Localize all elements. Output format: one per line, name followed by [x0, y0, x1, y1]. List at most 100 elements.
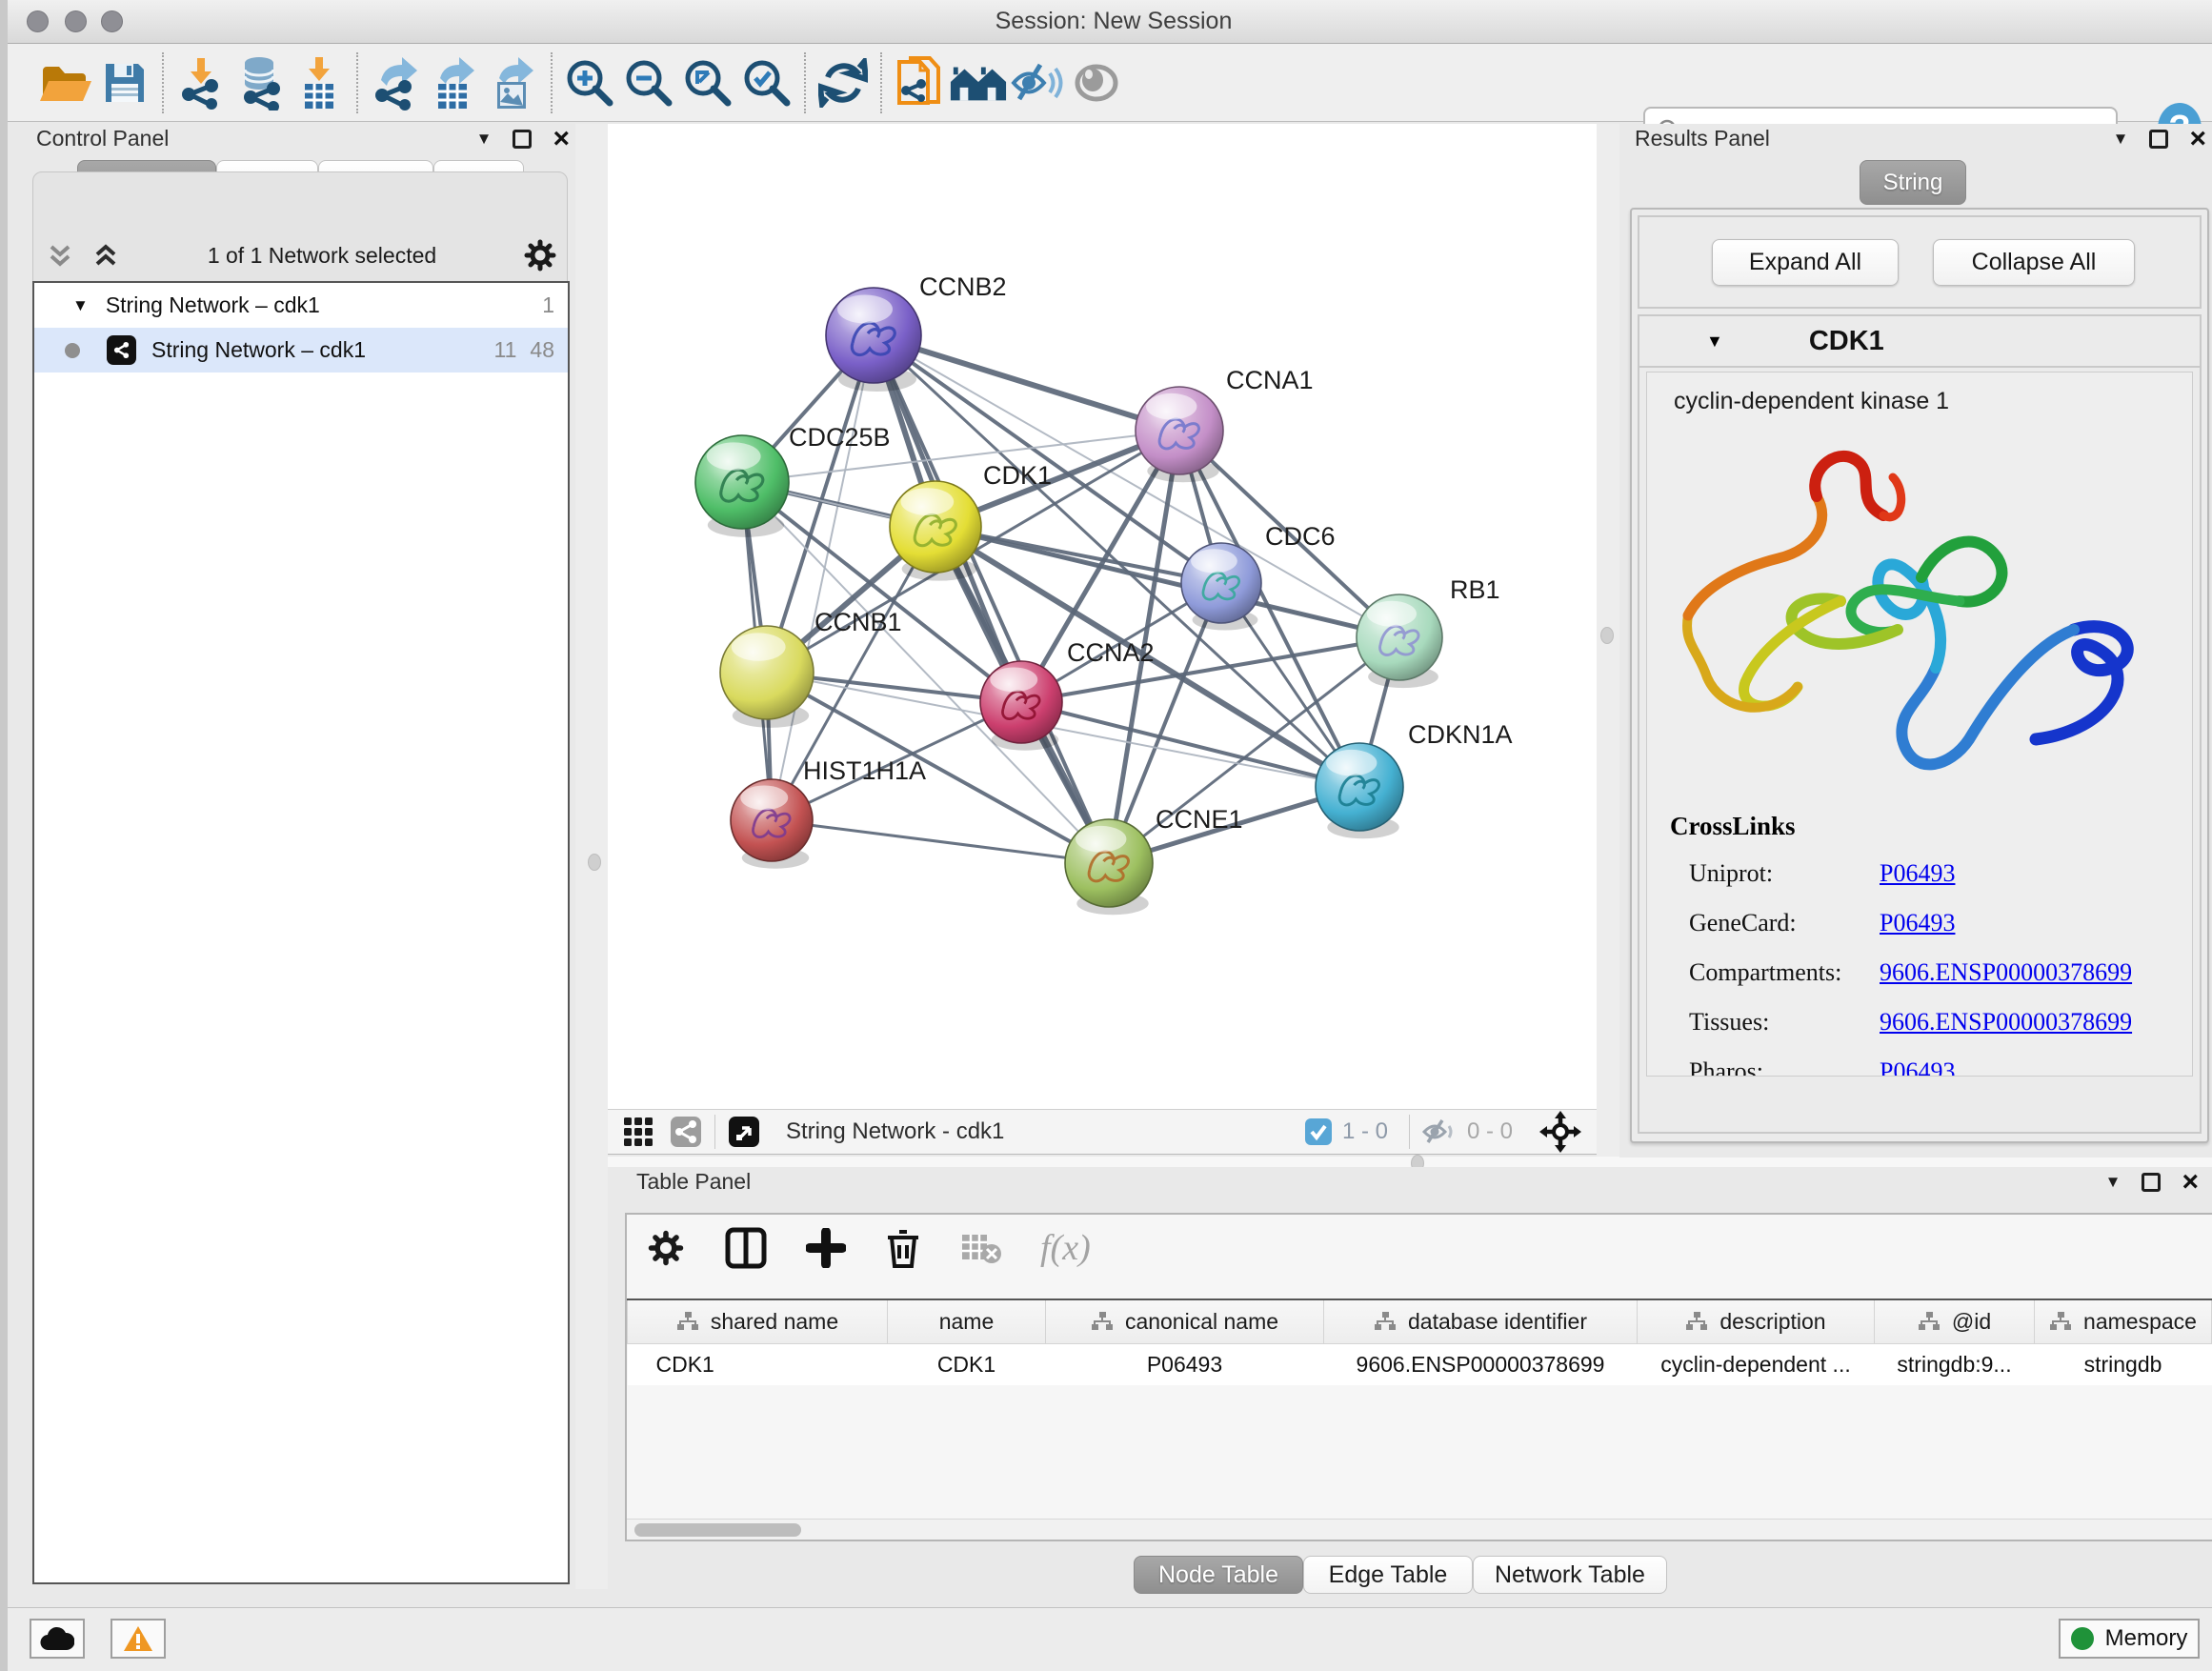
node-table-body: f(x) shared name name canonical name dat…	[625, 1213, 2212, 1541]
network-edge[interactable]	[772, 820, 1109, 863]
panel-menu-icon[interactable]: ▼	[2105, 1173, 2122, 1192]
divider-handle[interactable]	[1600, 627, 1614, 644]
network-row-selected[interactable]: String Network – cdk1 11 48	[34, 328, 568, 372]
hidden-eye-slash-icon[interactable]	[1421, 1117, 1458, 1147]
open-session-button[interactable]	[36, 52, 95, 113]
birdseye-view-icon[interactable]	[727, 1115, 761, 1149]
panel-menu-icon[interactable]: ▼	[476, 130, 493, 149]
protein-section-header[interactable]: ▼ CDK1	[1639, 316, 2200, 368]
expand-all-button[interactable]: Expand All	[1712, 239, 1899, 286]
import-network-database-button[interactable]	[231, 52, 290, 113]
zoom-selected-button[interactable]	[737, 52, 796, 113]
node-label-ccne1: CCNE1	[1156, 805, 1243, 834]
import-network-file-button[interactable]	[171, 52, 231, 113]
tab-string[interactable]: String	[1860, 160, 1966, 205]
network-node-ccna2[interactable]	[980, 661, 1062, 751]
crosslink-pharos-link[interactable]: P06493	[1880, 1057, 1955, 1077]
cell-at-id[interactable]: stringdb:9...	[1875, 1343, 2035, 1385]
delete-table-icon[interactable]	[960, 1231, 1002, 1265]
show-columns-icon[interactable]	[724, 1226, 768, 1270]
column-header-database-identifier[interactable]: database identifier	[1324, 1299, 1638, 1343]
network-node-ccne1[interactable]	[1065, 819, 1153, 915]
add-column-icon[interactable]	[806, 1228, 846, 1268]
panel-float-icon[interactable]	[2142, 1173, 2161, 1192]
panel-float-icon[interactable]	[2149, 130, 2168, 149]
export-network-button[interactable]	[366, 52, 425, 113]
zoom-in-button[interactable]	[560, 52, 619, 113]
network-node-cdc6[interactable]	[1181, 543, 1261, 631]
tab-network-table[interactable]: Network Table	[1473, 1556, 1667, 1594]
network-from-file-button[interactable]	[890, 52, 949, 113]
column-header-description[interactable]: description	[1638, 1299, 1875, 1343]
network-options-gear-icon[interactable]	[522, 237, 558, 273]
column-header-name[interactable]: name	[888, 1299, 1046, 1343]
network-node-hist1h1a[interactable]	[731, 779, 813, 869]
network-node-cdkn1a[interactable]	[1316, 743, 1403, 838]
crosslink-tissues-link[interactable]: 9606.ENSP00000378699	[1880, 1008, 2132, 1037]
show-graphics-button[interactable]	[1067, 52, 1126, 113]
collection-expand-icon[interactable]: ▼	[72, 296, 89, 315]
crosslink-genecard-link[interactable]: P06493	[1880, 909, 1955, 937]
cell-name[interactable]: CDK1	[888, 1343, 1046, 1385]
cell-database-identifier[interactable]: 9606.ENSP00000378699	[1324, 1343, 1638, 1385]
cell-shared-name[interactable]: CDK1	[628, 1343, 888, 1385]
network-edge[interactable]	[772, 335, 874, 820]
panel-close-icon[interactable]: ×	[2189, 130, 2206, 149]
network-node-ccnb2[interactable]	[826, 288, 921, 392]
cell-namespace[interactable]: stringdb	[2035, 1343, 2212, 1385]
cell-description[interactable]: cyclin-dependent ...	[1638, 1343, 1875, 1385]
network-canvas[interactable]: CCNB2CCNA1CDC25BCDK1CDC6RB1CCNB1CCNA2CDK…	[608, 124, 1597, 1109]
panel-divider[interactable]	[608, 1157, 2212, 1167]
hide-graphics-button[interactable]	[1008, 52, 1067, 113]
horizontal-scrollbar[interactable]	[627, 1519, 2212, 1540]
network-edge[interactable]	[1021, 702, 1359, 787]
divider-handle[interactable]	[588, 854, 601, 871]
network-node-rb1[interactable]	[1357, 594, 1442, 688]
toolbar-separator	[714, 1115, 715, 1149]
network-node-cdc25b[interactable]	[695, 435, 789, 537]
zoom-fit-button[interactable]	[678, 52, 737, 113]
section-collapse-icon[interactable]: ▼	[1706, 332, 1723, 352]
table-row[interactable]: CDK1 CDK1 P06493 9606.ENSP00000378699 cy…	[628, 1343, 2212, 1385]
import-table-button[interactable]	[290, 52, 349, 113]
panel-float-icon[interactable]	[513, 130, 532, 149]
selected-checkbox-icon[interactable]	[1304, 1117, 1333, 1146]
expand-all-icon[interactable]	[90, 239, 122, 272]
export-image-button[interactable]	[484, 52, 543, 113]
delete-column-icon[interactable]	[884, 1226, 922, 1270]
function-builder-icon[interactable]: f(x)	[1040, 1227, 1091, 1269]
export-table-button[interactable]	[425, 52, 484, 113]
tab-node-table[interactable]: Node Table	[1134, 1556, 1303, 1594]
collapse-all-icon[interactable]	[44, 239, 76, 272]
network-node-cdk1[interactable]	[890, 481, 981, 581]
table-options-gear-icon[interactable]	[646, 1228, 686, 1268]
network-share-icon[interactable]	[669, 1115, 703, 1149]
home-view-button[interactable]	[949, 52, 1008, 113]
scrollbar-thumb[interactable]	[634, 1523, 801, 1537]
toolbar-separator	[804, 52, 806, 113]
network-collection-row[interactable]: ▼ String Network – cdk1 1	[34, 283, 568, 328]
zoom-out-button[interactable]	[619, 52, 678, 113]
network-canvas-container[interactable]: CCNB2CCNA1CDC25BCDK1CDC6RB1CCNB1CCNA2CDK…	[608, 124, 1597, 1109]
warning-status-button[interactable]	[111, 1619, 166, 1659]
collapse-all-button[interactable]: Collapse All	[1933, 239, 2135, 286]
column-header-canonical-name[interactable]: canonical name	[1046, 1299, 1324, 1343]
panel-close-icon[interactable]: ×	[2182, 1173, 2199, 1192]
panel-menu-icon[interactable]: ▼	[2113, 130, 2129, 149]
panel-close-icon[interactable]: ×	[553, 130, 570, 149]
tab-edge-table[interactable]: Edge Table	[1303, 1556, 1473, 1594]
save-session-button[interactable]	[95, 52, 154, 113]
cloud-status-button[interactable]	[30, 1619, 85, 1659]
network-node-ccna1[interactable]	[1136, 387, 1223, 482]
grid-view-icon[interactable]	[621, 1115, 655, 1149]
column-header-shared-name[interactable]: shared name	[628, 1299, 888, 1343]
crosslink-uniprot-link[interactable]: P06493	[1880, 859, 1955, 888]
cell-canonical-name[interactable]: P06493	[1046, 1343, 1324, 1385]
network-node-ccnb1[interactable]	[720, 626, 814, 728]
crosslink-compartments-link[interactable]: 9606.ENSP00000378699	[1880, 958, 2132, 987]
refresh-button[interactable]	[814, 52, 873, 113]
column-header-namespace[interactable]: namespace	[2035, 1299, 2212, 1343]
memory-button[interactable]: Memory	[2059, 1619, 2200, 1659]
column-header-at-id[interactable]: @id	[1875, 1299, 2035, 1343]
pan-crosshair-icon[interactable]	[1539, 1111, 1581, 1153]
